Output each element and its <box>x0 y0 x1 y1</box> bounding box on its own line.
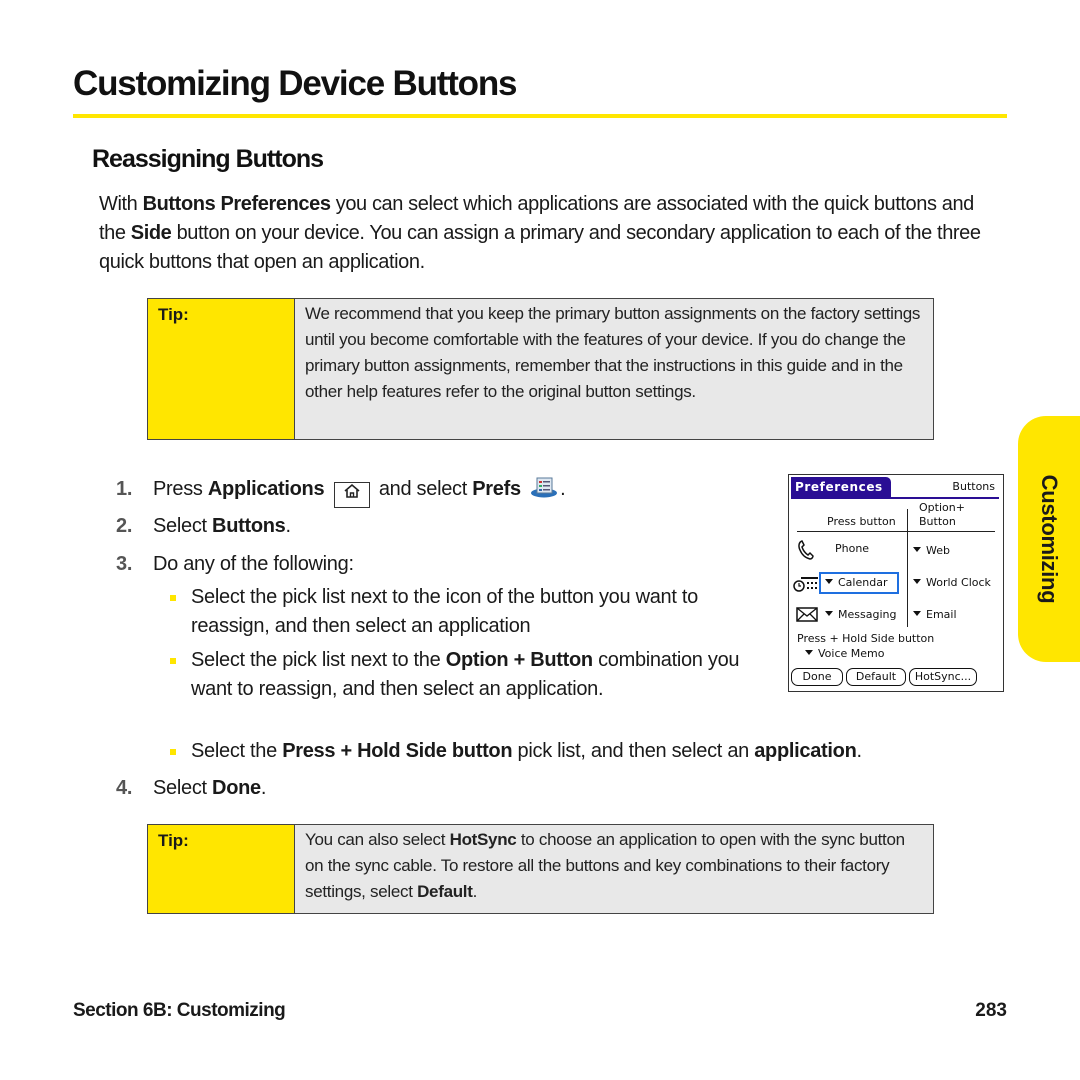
tip-label: Tip: <box>148 825 295 913</box>
tip-text: You can also select HotSync to choose an… <box>305 830 905 901</box>
screen-title: Preferences <box>791 477 891 497</box>
messaging-icon <box>796 606 818 625</box>
primary-picklist-calendar[interactable]: Calendar <box>819 572 899 594</box>
section-heading: Reassigning Buttons <box>92 145 324 173</box>
footer-section: Section 6B: Customizing <box>73 1000 286 1021</box>
side-button-picklist[interactable]: Voice Memo <box>805 647 884 660</box>
tip-label: Tip: <box>148 299 295 439</box>
phone-icon <box>797 539 815 564</box>
side-button-label: Press + Hold Side button <box>797 632 935 645</box>
primary-app-phone: Phone <box>835 542 870 555</box>
bullet-marker <box>170 595 176 601</box>
hotsync-button[interactable]: HotSync... <box>909 668 977 686</box>
buttons-preferences-screenshot: Preferences Buttons Press button Option+… <box>788 474 1004 692</box>
intro-paragraph: With Buttons Preferences you can select … <box>99 193 981 273</box>
screen-titlebar: Preferences Buttons <box>791 477 999 499</box>
step-4: 4. Select Done. <box>116 777 267 799</box>
col-header-press: Press button <box>827 515 896 528</box>
chapter-tab-label: Customizing <box>1037 474 1062 604</box>
option-picklist[interactable]: World Clock <box>913 576 991 589</box>
home-key-icon <box>333 482 370 508</box>
page-title: Customizing Device Buttons <box>73 64 517 103</box>
step-2: 2. Select Buttons. <box>116 515 291 537</box>
tip-box: Tip: You can also select HotSync to choo… <box>147 824 934 914</box>
bullet-item: Select the pick list next to the icon of… <box>170 583 770 641</box>
option-picklist[interactable]: Web <box>913 544 950 557</box>
primary-picklist[interactable]: Messaging <box>825 608 896 621</box>
prefs-app-icon <box>530 476 558 498</box>
tip-box: Tip: We recommend that you keep the prim… <box>147 298 934 440</box>
chapter-tab: Customizing <box>1018 416 1080 662</box>
step-3: 3. Do any of the following: <box>116 553 354 575</box>
calendar-icon <box>793 576 819 595</box>
col-header-option-l2: Button <box>919 515 956 528</box>
bullet-marker <box>170 658 176 664</box>
page-number: 283 <box>975 1000 1007 1021</box>
bullet-marker <box>170 749 176 755</box>
done-button[interactable]: Done <box>791 668 843 686</box>
bullet-item: Select the Press + Hold Side button pick… <box>170 737 990 766</box>
step-1: 1. Press Applications and select Prefs . <box>116 475 566 508</box>
tip-text: We recommend that you keep the primary b… <box>305 304 921 401</box>
header-divider <box>797 531 995 532</box>
option-picklist[interactable]: Email <box>913 608 957 621</box>
column-divider <box>907 509 908 627</box>
screen-panel-name[interactable]: Buttons <box>952 480 995 493</box>
default-button[interactable]: Default <box>846 668 906 686</box>
bullet-item: Select the pick list next to the Option … <box>170 646 760 704</box>
title-rule <box>73 114 1007 118</box>
col-header-option-l1: Option+ <box>919 501 965 514</box>
